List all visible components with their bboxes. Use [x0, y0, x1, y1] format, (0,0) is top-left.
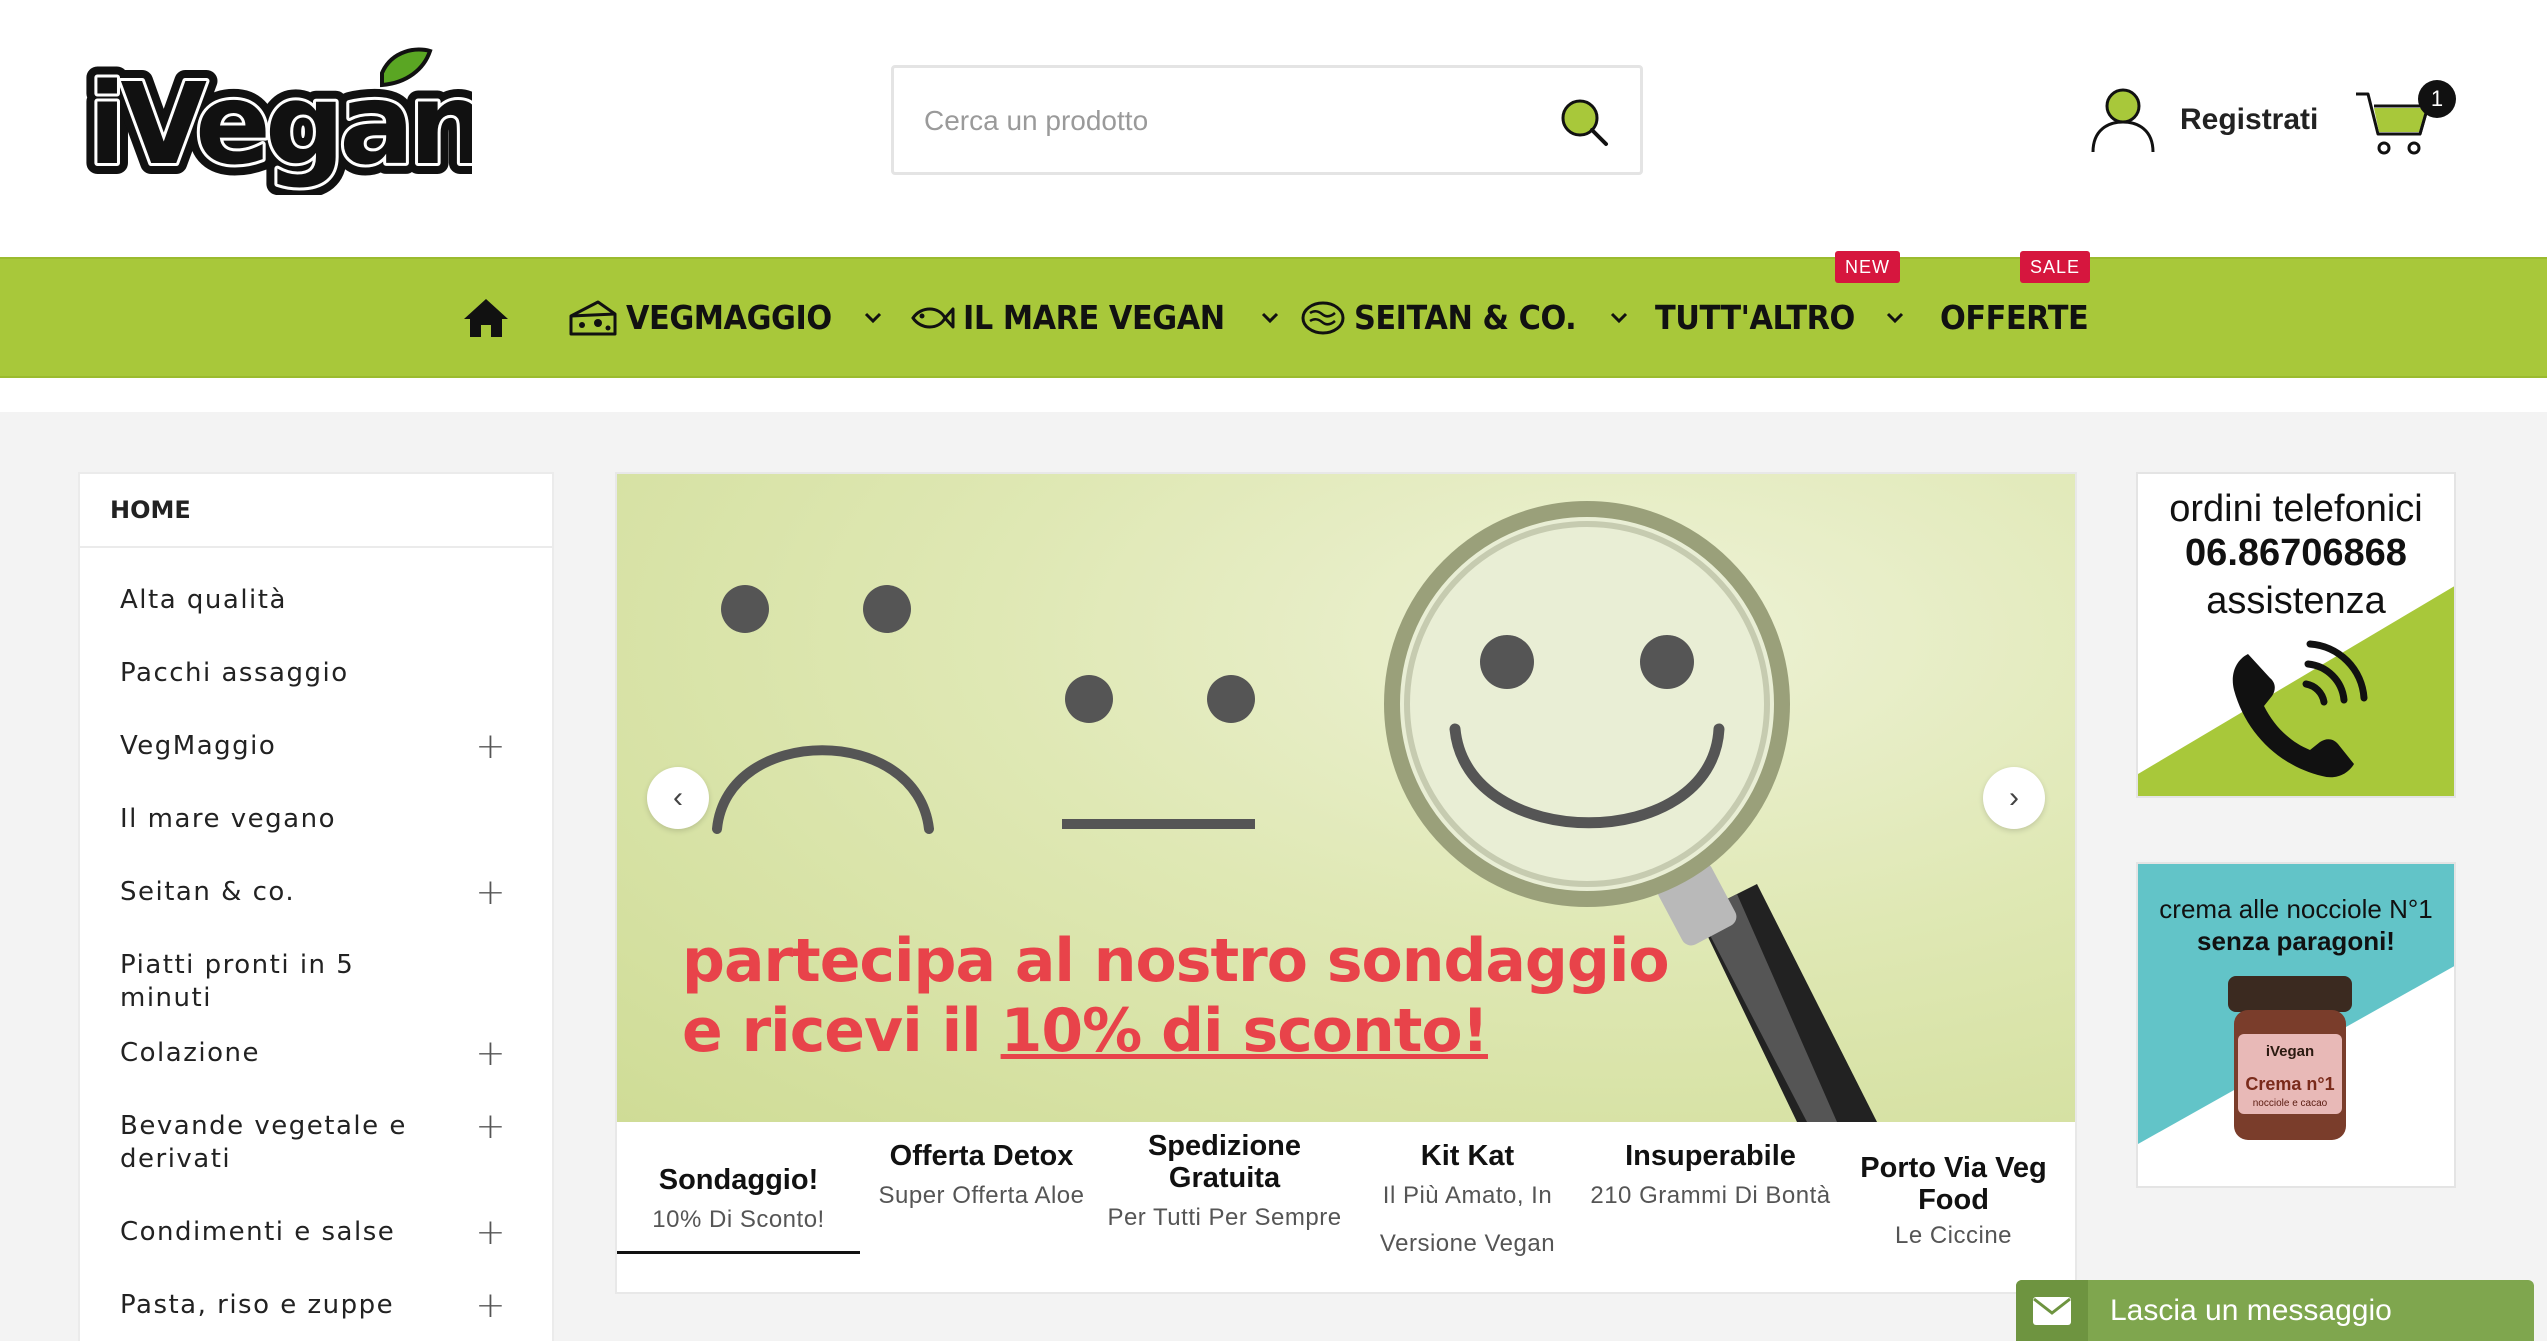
- search-box[interactable]: [891, 65, 1643, 175]
- category-item[interactable]: Bevande vegetale e derivati +: [80, 1088, 552, 1194]
- survey-banner[interactable]: partecipa al nostro sondaggio e ricevi i…: [617, 474, 2075, 1122]
- new-badge: NEW: [1835, 251, 1900, 283]
- category-item[interactable]: Condimenti e salse +: [80, 1194, 552, 1267]
- slider-next-button[interactable]: ›: [1983, 767, 2045, 829]
- cream-ad-line2: senza paragoni!: [2197, 926, 2395, 956]
- nav-vegmaggio[interactable]: VEGMAGGIO: [568, 259, 882, 376]
- slide-tab[interactable]: Spedizione Gratuita Per Tutti Per Sempre: [1103, 1122, 1346, 1292]
- phone-number: 06.86706868: [2185, 532, 2407, 574]
- category-item[interactable]: Alta qualità: [80, 562, 552, 635]
- slider-prev-button[interactable]: ‹: [647, 767, 709, 829]
- chevron-right-icon: ›: [2009, 781, 2019, 814]
- expand-plus-icon[interactable]: +: [475, 1215, 507, 1251]
- nav-seitan-label: SEITAN & CO.: [1354, 298, 1577, 337]
- slide-tab[interactable]: Offerta Detox Super Offerta Aloe: [860, 1122, 1103, 1292]
- envelope-icon: [2016, 1280, 2088, 1341]
- fish-icon: [911, 307, 955, 328]
- home-icon: [464, 298, 508, 337]
- cheese-icon: [569, 300, 617, 335]
- nav-home[interactable]: [462, 259, 510, 376]
- nav-il-mare-vegan[interactable]: IL MARE VEGAN: [909, 259, 1279, 376]
- sale-badge: SALE: [2020, 251, 2091, 283]
- category-item[interactable]: Piatti pronti in 5 minuti: [80, 927, 552, 1015]
- chevron-down-icon: [1887, 312, 1904, 323]
- phone-icon: [2232, 640, 2368, 778]
- category-sidebar: HOME Alta qualità Pacchi assaggio VegMag…: [78, 472, 554, 1341]
- register-link[interactable]: Registrati: [2180, 103, 2318, 137]
- cream-ad-line1: crema alle nocciole N°1: [2159, 894, 2433, 924]
- expand-plus-icon[interactable]: +: [475, 1109, 507, 1145]
- slide-tab[interactable]: Kit Kat Il Più Amato, In Versione Vegan: [1346, 1122, 1589, 1292]
- seitan-icon: [1301, 301, 1345, 334]
- hazelnut-cream-ad[interactable]: iVegan Crema n°1 nocciole e cacao crema …: [2136, 862, 2456, 1188]
- expand-plus-icon[interactable]: +: [475, 729, 507, 765]
- category-item[interactable]: Seitan & co. +: [80, 854, 552, 927]
- expand-plus-icon[interactable]: +: [475, 1288, 507, 1324]
- chevron-left-icon: ‹: [673, 781, 683, 814]
- leave-message-chat[interactable]: Lascia un messaggio: [2016, 1280, 2534, 1341]
- category-list: Alta qualità Pacchi assaggio VegMaggio + …: [80, 548, 552, 1340]
- sidebar-title[interactable]: HOME: [80, 474, 552, 548]
- phone-ad-line3: assistenza: [2206, 580, 2386, 622]
- nav-tuttaltro-label: TUTT'ALTRO: [1655, 298, 1855, 337]
- slider-tabs: Sondaggio! 10% Di Sconto! Offerta Detox Su…: [617, 1122, 2075, 1292]
- slide-tab[interactable]: Porto Via Veg Food Le Ciccine: [1832, 1122, 2075, 1292]
- category-item[interactable]: VegMaggio +: [80, 708, 552, 781]
- nav-offerte-label: OFFERTE: [1940, 298, 2089, 337]
- main-nav: VEGMAGGIO IL MARE VEGAN SEITAN & CO. TUT…: [0, 251, 2547, 378]
- chat-label: Lascia un messaggio: [2110, 1293, 2392, 1327]
- promo-slider: partecipa al nostro sondaggio e ricevi i…: [615, 472, 2077, 1294]
- category-item[interactable]: Pacchi assaggio: [80, 635, 552, 708]
- nav-vegmaggio-label: VEGMAGGIO: [626, 298, 832, 337]
- nav-il-mare-vegan-label: IL MARE VEGAN: [963, 298, 1225, 337]
- chevron-down-icon: [1610, 312, 1627, 323]
- user-icon[interactable]: [2090, 86, 2156, 154]
- banner-headline: partecipa al nostro sondaggio e ricevi i…: [682, 926, 1670, 1066]
- chevron-down-icon: [1262, 312, 1279, 323]
- category-item[interactable]: Pasta, riso e zuppe +: [80, 1267, 552, 1340]
- svg-text:iVegan: iVegan: [2266, 1043, 2314, 1060]
- site-header: iVegan iVegan iVegan Registrati 1: [0, 0, 2547, 257]
- nav-seitan[interactable]: SEITAN & CO.: [1300, 259, 1628, 376]
- main-content: HOME Alta qualità Pacchi assaggio VegMag…: [0, 412, 2547, 1341]
- category-item[interactable]: Colazione +: [80, 1015, 552, 1088]
- chevron-down-icon: [864, 312, 881, 323]
- expand-plus-icon[interactable]: +: [475, 1036, 507, 1072]
- svg-text:nocciole e cacao: nocciole e cacao: [2253, 1098, 2328, 1109]
- svg-text:Crema n°1: Crema n°1: [2245, 1074, 2334, 1094]
- search-input[interactable]: [924, 98, 1524, 144]
- slide-tab[interactable]: Insuperabile 210 Grammi Di Bontà: [1589, 1122, 1832, 1292]
- svg-text:iVegan: iVegan: [88, 60, 472, 190]
- slide-tab[interactable]: Sondaggio! 10% Di Sconto!: [617, 1122, 860, 1292]
- category-item[interactable]: Il mare vegano: [80, 781, 552, 854]
- phone-ad-line1: ordini telefonici: [2169, 488, 2423, 530]
- cart-count-badge: 1: [2418, 80, 2456, 118]
- nav-spacer: [0, 378, 2547, 412]
- expand-plus-icon[interactable]: +: [475, 875, 507, 911]
- ivegan-logo[interactable]: iVegan iVegan iVegan: [77, 45, 499, 201]
- phone-orders-ad[interactable]: ordini telefonici 06.86706868 assistenza: [2136, 472, 2456, 798]
- search-icon[interactable]: [1558, 96, 1610, 148]
